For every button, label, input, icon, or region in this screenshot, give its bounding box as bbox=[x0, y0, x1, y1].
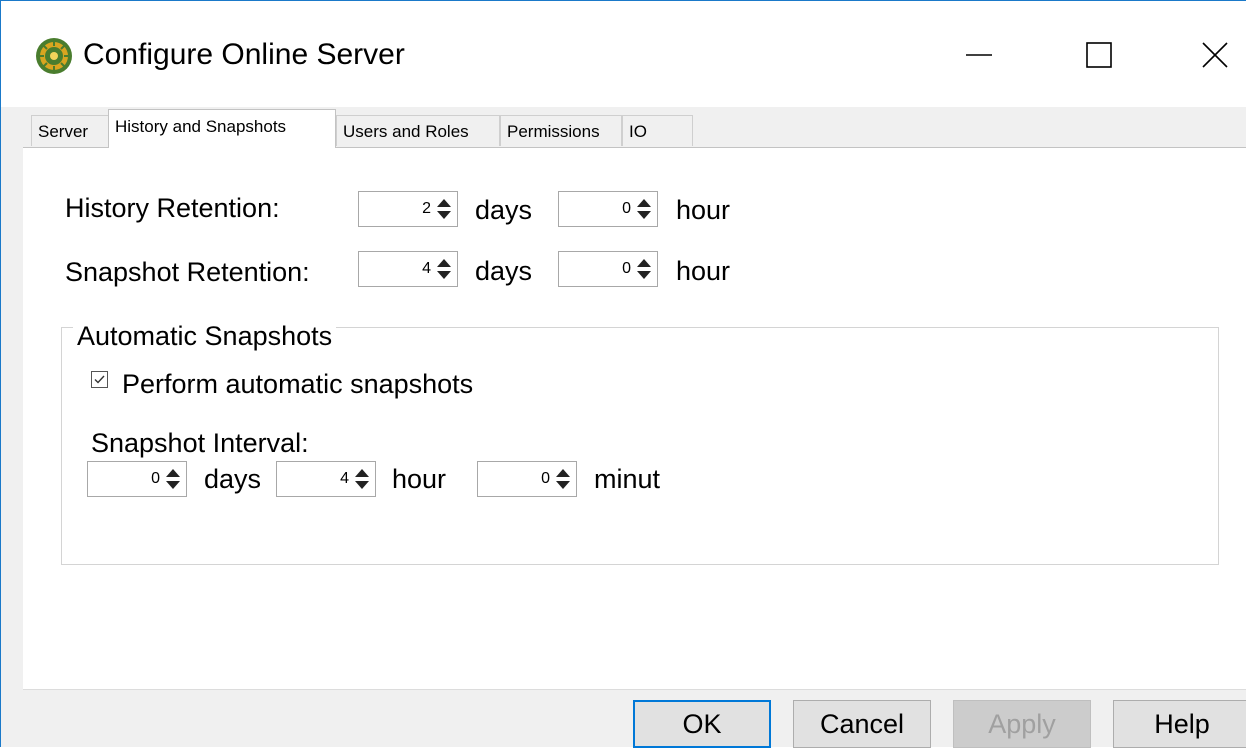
checkmark-icon bbox=[94, 375, 105, 384]
maximize-button[interactable] bbox=[1069, 27, 1129, 83]
interval-hours-spinbox[interactable]: 4 bbox=[276, 461, 376, 497]
history-hours-spinbox[interactable]: 0 bbox=[558, 191, 658, 227]
spin-arrows-icon[interactable] bbox=[635, 197, 653, 221]
close-icon bbox=[1202, 42, 1228, 68]
configure-online-server-window: Configure Online Server Server History a… bbox=[0, 0, 1246, 748]
spin-arrows-icon[interactable] bbox=[353, 467, 371, 491]
help-button[interactable]: Help bbox=[1113, 700, 1246, 748]
spin-arrows-icon[interactable] bbox=[635, 257, 653, 281]
history-retention-label: History Retention: bbox=[65, 193, 280, 223]
apply-button[interactable]: Apply bbox=[953, 700, 1091, 748]
tab-permissions[interactable]: Permissions bbox=[500, 115, 622, 146]
perform-automatic-snapshots-label[interactable]: Perform automatic snapshots bbox=[122, 369, 473, 399]
minimize-icon bbox=[966, 54, 992, 56]
interval-hours-unit: hour bbox=[392, 464, 447, 494]
history-days-spinbox[interactable]: 2 bbox=[358, 191, 458, 227]
history-hours-unit: hour bbox=[676, 195, 731, 225]
tab-users-and-roles[interactable]: Users and Roles bbox=[336, 115, 500, 146]
interval-minutes-unit: minut bbox=[594, 464, 661, 494]
interval-days-unit: days bbox=[204, 464, 262, 494]
history-days-unit: days bbox=[475, 195, 533, 225]
app-icon bbox=[36, 38, 72, 74]
snapshot-days-spinbox[interactable]: 4 bbox=[358, 251, 458, 287]
interval-minutes-spinbox[interactable]: 0 bbox=[477, 461, 577, 497]
ok-button[interactable]: OK bbox=[633, 700, 771, 748]
tab-server[interactable]: Server bbox=[31, 115, 109, 146]
snapshot-retention-label: Snapshot Retention: bbox=[65, 257, 310, 287]
spin-arrows-icon[interactable] bbox=[435, 257, 453, 281]
spin-arrows-icon[interactable] bbox=[435, 197, 453, 221]
tab-io[interactable]: IO bbox=[622, 115, 693, 146]
maximize-icon bbox=[1086, 42, 1112, 68]
snapshot-hours-value: 0 bbox=[622, 260, 631, 277]
tab-strip: Server History and Snapshots Users and R… bbox=[23, 107, 1246, 148]
snapshot-hours-unit: hour bbox=[676, 256, 731, 286]
minimize-button[interactable] bbox=[949, 27, 1009, 83]
snapshot-hours-spinbox[interactable]: 0 bbox=[558, 251, 658, 287]
cancel-button[interactable]: Cancel bbox=[793, 700, 931, 748]
perform-automatic-snapshots-checkbox[interactable] bbox=[91, 371, 108, 388]
spin-arrows-icon[interactable] bbox=[164, 467, 182, 491]
history-hours-value: 0 bbox=[622, 200, 631, 217]
title-bar[interactable]: Configure Online Server bbox=[1, 1, 1246, 107]
spin-arrows-icon[interactable] bbox=[554, 467, 572, 491]
tab-history-and-snapshots[interactable]: History and Snapshots bbox=[108, 109, 336, 148]
close-button[interactable] bbox=[1185, 27, 1245, 83]
snapshot-days-value: 4 bbox=[422, 260, 431, 277]
interval-minutes-value: 0 bbox=[541, 470, 550, 487]
automatic-snapshots-title: Automatic Snapshots bbox=[73, 321, 337, 351]
interval-hours-value: 4 bbox=[340, 470, 349, 487]
interval-days-value: 0 bbox=[151, 470, 160, 487]
snapshot-days-unit: days bbox=[475, 256, 533, 286]
window-title: Configure Online Server bbox=[83, 38, 405, 71]
history-days-value: 2 bbox=[422, 200, 431, 217]
interval-days-spinbox[interactable]: 0 bbox=[87, 461, 187, 497]
snapshot-interval-label: Snapshot Interval: bbox=[91, 428, 309, 458]
